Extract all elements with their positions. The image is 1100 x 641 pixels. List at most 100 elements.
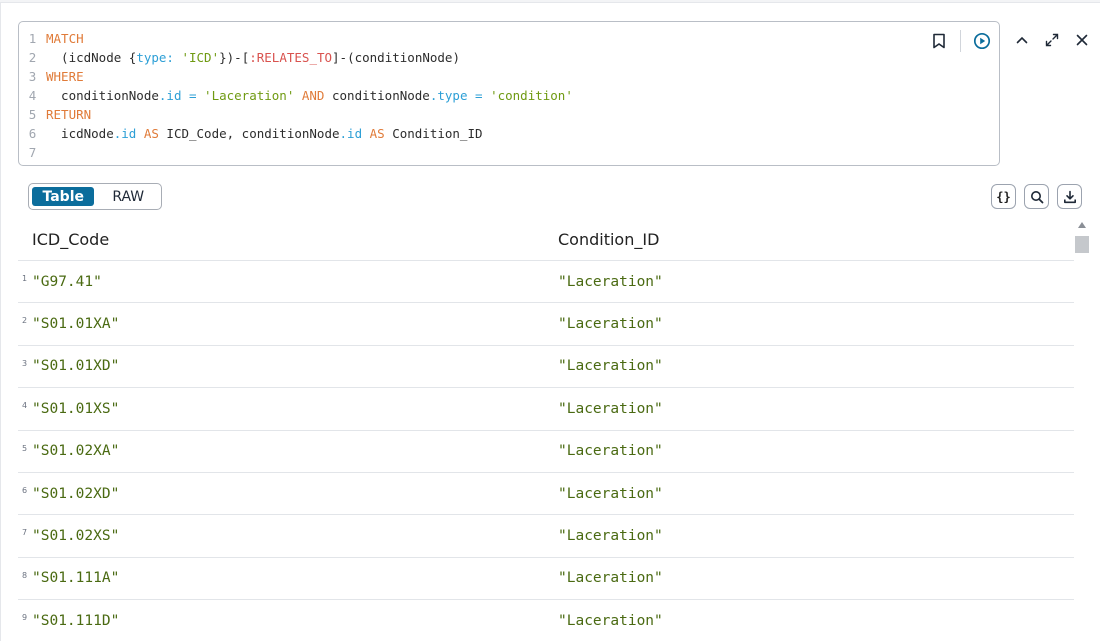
code-text: ]-(conditionNode)	[332, 50, 460, 65]
code-property: .type	[429, 88, 468, 103]
keyword-match: MATCH	[46, 31, 84, 46]
code-property: .id	[113, 126, 137, 141]
code-line-4: 4 conditionNode .id = 'Laceration' AND co…	[19, 86, 573, 105]
query-editor[interactable]: 1 MATCH 2 (icdNode {type: 'ICD'})-[:RELAT…	[18, 21, 1000, 166]
code-text: conditionNode	[46, 88, 159, 103]
row-number: 8	[22, 570, 28, 580]
keyword-where: WHERE	[46, 69, 84, 84]
code-text: icdNode	[46, 126, 114, 141]
tab-raw[interactable]: RAW	[98, 187, 158, 206]
download-button[interactable]	[1057, 184, 1082, 209]
search-button[interactable]	[1024, 184, 1049, 209]
braces-icon: {}	[996, 189, 1011, 204]
results-table: ICD_Code Condition_ID 1 "G97.41" "Lacerati…	[18, 219, 1074, 641]
cell-condition-id[interactable]: "Laceration"	[558, 358, 663, 374]
code-line-1: 1 MATCH	[19, 29, 573, 48]
cell-condition-id[interactable]: "Laceration"	[558, 528, 663, 544]
column-header-condition-id[interactable]: Condition_ID	[558, 230, 659, 249]
keyword-as: AS	[362, 126, 393, 141]
keyword-as: AS	[136, 126, 167, 141]
cell-icd-code[interactable]: "G97.41"	[18, 274, 558, 290]
close-icon	[1076, 34, 1088, 46]
chevron-up-icon	[1016, 36, 1028, 44]
table-row[interactable]: 1 "G97.41" "Laceration"	[18, 261, 1074, 304]
cell-icd-code[interactable]: "S01.02XD"	[18, 486, 558, 502]
column-header-icd-code[interactable]: ICD_Code	[18, 230, 558, 249]
code-line-6: 6 icdNode .id AS ICD_Code, conditionNode.…	[19, 124, 573, 143]
cell-condition-id[interactable]: "Laceration"	[558, 443, 663, 459]
cell-icd-code[interactable]: "S01.111D"	[18, 613, 558, 629]
table-body: 1 "G97.41" "Laceration" 2 "S01.01XA" "Lacerat…	[18, 261, 1074, 641]
cell-condition-id[interactable]: "Laceration"	[558, 570, 663, 586]
line-number: 6	[28, 126, 37, 141]
bookmark-icon	[933, 33, 945, 49]
code-property: type:	[136, 50, 174, 65]
keyword-and: AND	[294, 88, 332, 103]
cell-condition-id[interactable]: "Laceration"	[558, 613, 663, 629]
cell-icd-code[interactable]: "S01.111A"	[18, 570, 558, 586]
table-row[interactable]: 2 "S01.01XA" "Laceration"	[18, 303, 1074, 346]
code-property: .id	[339, 126, 363, 141]
expand-icon	[1045, 33, 1059, 47]
editor-actions	[928, 30, 993, 52]
query-result-frame: 1 MATCH 2 (icdNode {type: 'ICD'})-[:RELAT…	[0, 2, 1100, 641]
code-text: })-[	[219, 50, 250, 65]
row-number: 6	[22, 485, 28, 495]
row-number: 2	[22, 316, 28, 326]
code-string: 'ICD'	[181, 50, 220, 65]
row-number: 4	[22, 401, 28, 411]
cell-condition-id[interactable]: "Laceration"	[558, 486, 663, 502]
cell-icd-code[interactable]: "S01.02XA"	[18, 443, 558, 459]
table-row[interactable]: 3 "S01.01XD" "Laceration"	[18, 346, 1074, 389]
cell-icd-code[interactable]: "S01.02XS"	[18, 528, 558, 544]
search-icon	[1030, 190, 1043, 203]
close-button[interactable]	[1071, 29, 1093, 51]
line-number: 4	[28, 88, 37, 103]
table-row[interactable]: 6 "S01.02XD" "Laceration"	[18, 473, 1074, 516]
run-query-button[interactable]	[971, 30, 993, 52]
table-row[interactable]: 7 "S01.02XS" "Laceration"	[18, 515, 1074, 558]
fullscreen-button[interactable]	[1041, 29, 1063, 51]
code-line-5: 5 RETURN	[19, 105, 573, 124]
cell-icd-code[interactable]: "S01.01XS"	[18, 401, 558, 417]
line-number: 5	[28, 107, 37, 122]
keyword-return: RETURN	[46, 107, 92, 122]
cell-condition-id[interactable]: "Laceration"	[558, 316, 663, 332]
code-text: ICD_Code, conditionNode	[166, 126, 340, 141]
code-operator: =	[181, 88, 205, 103]
row-number: 7	[22, 528, 28, 538]
scroll-up-arrow-icon[interactable]	[1078, 222, 1086, 228]
row-number: 1	[22, 274, 28, 283]
json-view-button[interactable]: {}	[991, 184, 1016, 209]
row-number: 3	[22, 358, 28, 368]
code-property: .id	[158, 88, 182, 103]
code-text: (icdNode {	[46, 50, 137, 65]
tab-table[interactable]: Table	[32, 187, 95, 206]
code-string: 'condition'	[490, 88, 573, 103]
table-row[interactable]: 9 "S01.111D" "Laceration"	[18, 600, 1074, 641]
cell-icd-code[interactable]: "S01.01XD"	[18, 358, 558, 374]
view-toggle: Table RAW	[28, 183, 162, 210]
code-line-3: 3 WHERE	[19, 67, 573, 86]
code-string: 'Laceration'	[204, 88, 295, 103]
table-row[interactable]: 4 "S01.01XS" "Laceration"	[18, 388, 1074, 431]
table-row[interactable]: 5 "S01.02XA" "Laceration"	[18, 431, 1074, 473]
code-operator: =	[467, 88, 491, 103]
collapse-button[interactable]	[1011, 29, 1033, 51]
line-number: 3	[28, 69, 37, 84]
code-text: conditionNode	[332, 88, 430, 103]
cell-icd-code[interactable]: "S01.01XA"	[18, 316, 558, 332]
table-scrollbar[interactable]	[1075, 219, 1089, 641]
bookmark-button[interactable]	[928, 30, 950, 52]
cell-condition-id[interactable]: "Laceration"	[558, 401, 663, 417]
divider	[960, 30, 961, 52]
cell-condition-id[interactable]: "Laceration"	[558, 274, 663, 290]
play-circle-icon	[973, 32, 991, 50]
code-line-7: 7	[19, 143, 573, 162]
code-line-2: 2 (icdNode {type: 'ICD'})-[:RELATES_TO]-…	[19, 48, 573, 67]
scrollbar-thumb[interactable]	[1075, 236, 1089, 253]
result-tools: {}	[991, 184, 1082, 209]
code-text: Condition_ID	[392, 126, 483, 141]
code-area[interactable]: 1 MATCH 2 (icdNode {type: 'ICD'})-[:RELAT…	[19, 29, 573, 162]
table-row[interactable]: 8 "S01.111A" "Laceration"	[18, 558, 1074, 601]
